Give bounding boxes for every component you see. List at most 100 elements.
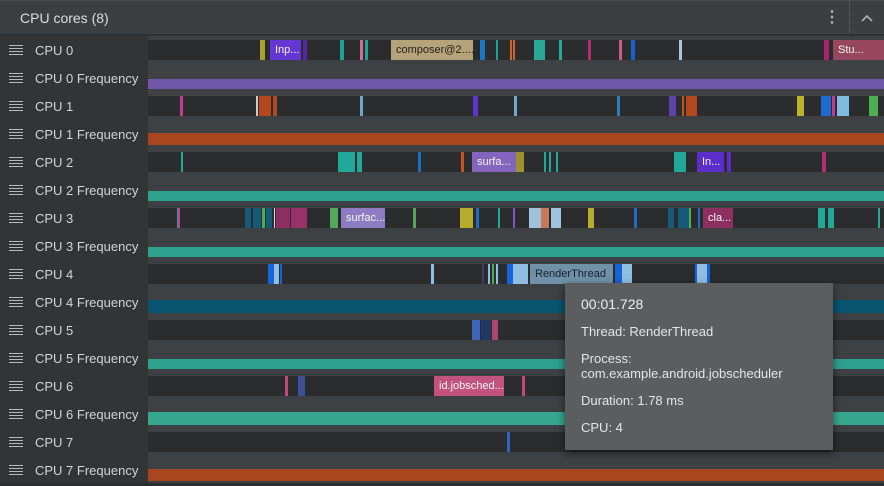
thread-segment[interactable]	[496, 40, 498, 60]
drag-handle-icon[interactable]	[9, 185, 23, 195]
thread-segment[interactable]	[622, 264, 632, 284]
thread-segment[interactable]	[280, 264, 282, 284]
thread-segment[interactable]	[534, 40, 545, 60]
frequency-bar[interactable]	[148, 133, 884, 145]
thread-segment[interactable]: surfa...	[472, 152, 516, 172]
thread-segment[interactable]: id.jobsched...	[434, 376, 504, 396]
thread-segment[interactable]	[516, 152, 524, 172]
thread-segment[interactable]	[482, 264, 484, 284]
thread-segment[interactable]	[498, 208, 500, 228]
thread-segment[interactable]	[488, 264, 490, 284]
thread-segment[interactable]	[869, 96, 878, 116]
thread-segment[interactable]	[259, 96, 271, 116]
thread-segment[interactable]	[837, 96, 849, 116]
thread-segment[interactable]	[298, 376, 305, 396]
drag-handle-icon[interactable]	[9, 353, 23, 363]
thread-segment[interactable]	[707, 264, 710, 284]
thread-segment[interactable]	[619, 40, 622, 60]
thread-segment[interactable]	[818, 208, 825, 228]
thread-segment[interactable]	[357, 152, 362, 172]
thread-segment[interactable]	[617, 96, 620, 116]
thread-segment[interactable]	[492, 320, 498, 340]
kebab-menu-button[interactable]: ⋮	[815, 1, 849, 34]
thread-segment[interactable]	[832, 96, 835, 116]
thread-segment[interactable]	[556, 152, 558, 172]
thread-segment[interactable]	[674, 152, 686, 172]
thread-segment[interactable]	[549, 152, 551, 172]
thread-segment[interactable]	[529, 208, 541, 228]
thread-segment[interactable]	[510, 40, 512, 60]
drag-handle-icon[interactable]	[9, 73, 23, 83]
thread-segment[interactable]	[522, 376, 525, 396]
collapse-button[interactable]	[850, 1, 884, 34]
thread-segment[interactable]	[588, 208, 594, 228]
thread-segment[interactable]	[588, 40, 591, 60]
drag-handle-icon[interactable]	[9, 465, 23, 475]
thread-segment[interactable]	[513, 40, 515, 60]
thread-segment[interactable]	[330, 208, 338, 228]
thread-segment[interactable]	[689, 208, 691, 228]
drag-handle-icon[interactable]	[9, 157, 23, 167]
thread-segment[interactable]	[476, 208, 479, 228]
thread-segment[interactable]	[631, 40, 635, 60]
thread-segment[interactable]	[460, 208, 473, 228]
thread-segment[interactable]: Inp...	[270, 40, 301, 60]
thread-segment[interactable]	[496, 264, 498, 284]
thread-segment[interactable]	[303, 40, 307, 60]
thread-segment[interactable]	[821, 96, 831, 116]
frequency-bar[interactable]	[148, 79, 884, 89]
thread-segment[interactable]	[418, 152, 421, 172]
frequency-bar[interactable]	[148, 469, 884, 481]
thread-segment[interactable]	[822, 152, 826, 172]
thread-segment[interactable]	[513, 208, 515, 228]
thread-segment[interactable]: surfac...	[341, 208, 385, 228]
thread-segment[interactable]	[727, 152, 731, 172]
drag-handle-icon[interactable]	[9, 241, 23, 251]
drag-handle-icon[interactable]	[9, 269, 23, 279]
drag-handle-icon[interactable]	[9, 325, 23, 335]
thread-segment[interactable]	[253, 208, 261, 228]
thread-segment[interactable]	[682, 96, 684, 116]
thread-segment[interactable]	[461, 152, 464, 172]
thread-segment[interactable]	[686, 96, 697, 116]
drag-handle-icon[interactable]	[9, 129, 23, 139]
thread-segment[interactable]	[544, 152, 546, 172]
thread-segment[interactable]: composer@2....	[391, 40, 473, 60]
drag-handle-icon[interactable]	[9, 437, 23, 447]
thread-segment[interactable]	[615, 264, 622, 284]
thread-segment[interactable]	[481, 320, 491, 340]
thread-segment[interactable]	[551, 208, 561, 228]
thread-segment[interactable]	[360, 40, 363, 60]
thread-segment[interactable]	[541, 208, 549, 228]
thread-segment[interactable]	[828, 208, 834, 228]
thread-segment[interactable]	[678, 208, 689, 228]
thread-segment[interactable]	[472, 320, 480, 340]
frequency-bar[interactable]	[148, 191, 884, 201]
thread-segment[interactable]	[513, 264, 528, 284]
thread-segment[interactable]	[697, 264, 707, 284]
thread-segment[interactable]	[669, 96, 676, 116]
drag-handle-icon[interactable]	[9, 297, 23, 307]
thread-segment[interactable]	[340, 40, 344, 60]
thread-segment[interactable]	[514, 96, 517, 116]
thread-segment[interactable]	[679, 40, 682, 60]
thread-segment[interactable]	[878, 208, 880, 228]
thread-segment[interactable]	[256, 96, 258, 116]
thread-segment[interactable]	[262, 208, 265, 228]
thread-segment[interactable]	[285, 376, 288, 396]
thread-segment[interactable]: In...	[697, 152, 724, 172]
drag-handle-icon[interactable]	[9, 213, 23, 223]
thread-segment[interactable]	[178, 208, 180, 228]
thread-segment[interactable]	[181, 152, 183, 172]
thread-segment[interactable]	[274, 264, 279, 284]
thread-segment[interactable]	[360, 96, 363, 116]
drag-handle-icon[interactable]	[9, 409, 23, 419]
thread-segment[interactable]: Stu...	[833, 40, 884, 60]
thread-segment[interactable]	[180, 96, 183, 116]
thread-segment[interactable]	[492, 264, 494, 284]
thread-segment[interactable]: RenderThread	[530, 264, 613, 284]
thread-segment[interactable]	[266, 208, 272, 228]
thread-segment[interactable]	[473, 96, 478, 116]
thread-segment[interactable]	[413, 208, 416, 228]
thread-segment[interactable]	[634, 208, 637, 228]
